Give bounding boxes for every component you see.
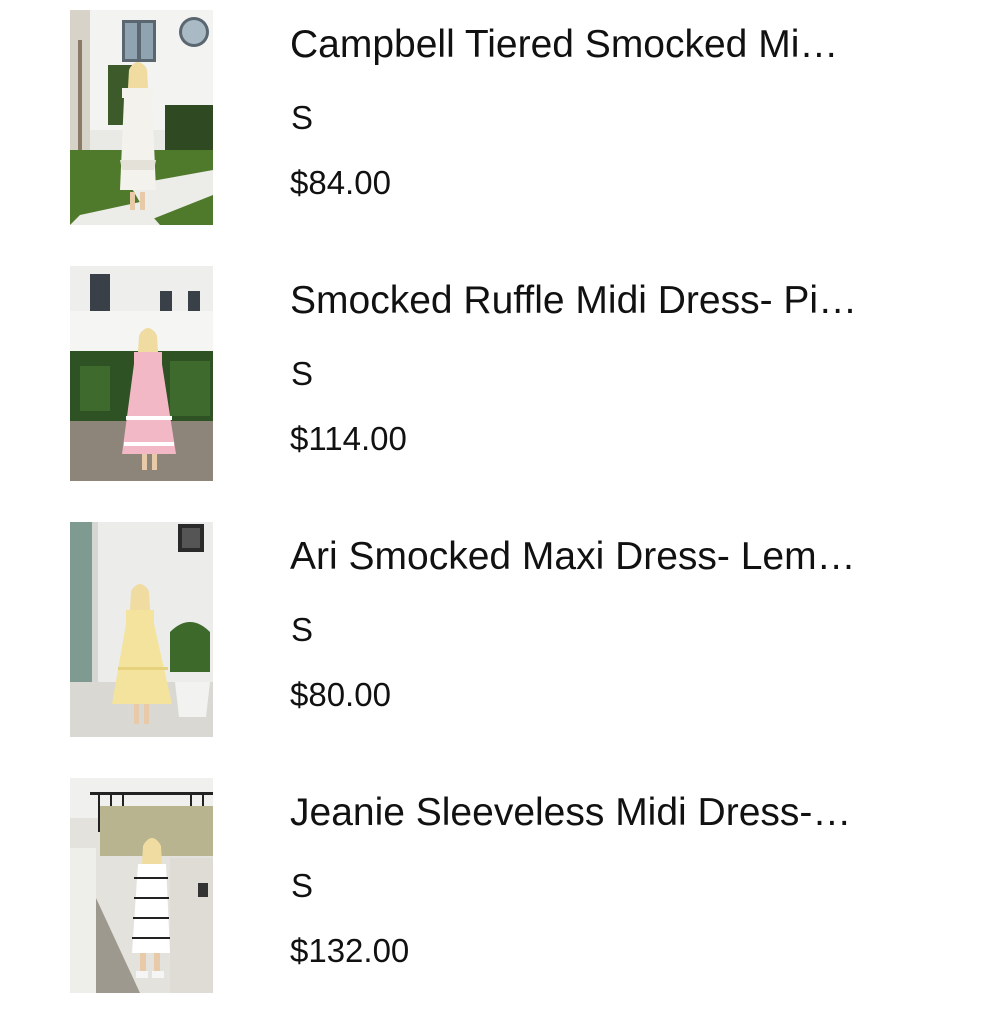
product-price: $84.00	[290, 164, 391, 201]
product-image[interactable]	[70, 778, 213, 993]
product-image[interactable]	[70, 522, 213, 737]
product-price: $132.00	[290, 932, 410, 969]
cart-item-2: Smocked Ruffle Midi Dress- Pi… S $114.00	[0, 256, 1000, 512]
cart-item-1: Campbell Tiered Smocked Mi… S $84.00	[0, 0, 1000, 256]
product-image[interactable]	[70, 10, 213, 225]
product-size: S	[291, 867, 314, 904]
product-size: S	[291, 611, 314, 648]
cart-item-4: Jeanie Sleeveless Midi Dress-… S $132.00	[0, 768, 1000, 1024]
product-price: $80.00	[290, 676, 391, 713]
cart-item-3: Ari Smocked Maxi Dress- Lem… S $80.00	[0, 512, 1000, 768]
product-size: S	[291, 355, 314, 392]
product-price: $114.00	[290, 420, 407, 457]
product-size: S	[291, 99, 314, 136]
product-image[interactable]	[70, 266, 213, 481]
product-title[interactable]: Ari Smocked Maxi Dress- Lem…	[290, 534, 930, 580]
product-title[interactable]: Campbell Tiered Smocked Mi…	[290, 22, 930, 68]
product-title[interactable]: Smocked Ruffle Midi Dress- Pi…	[290, 278, 930, 324]
product-title[interactable]: Jeanie Sleeveless Midi Dress-…	[290, 790, 930, 836]
